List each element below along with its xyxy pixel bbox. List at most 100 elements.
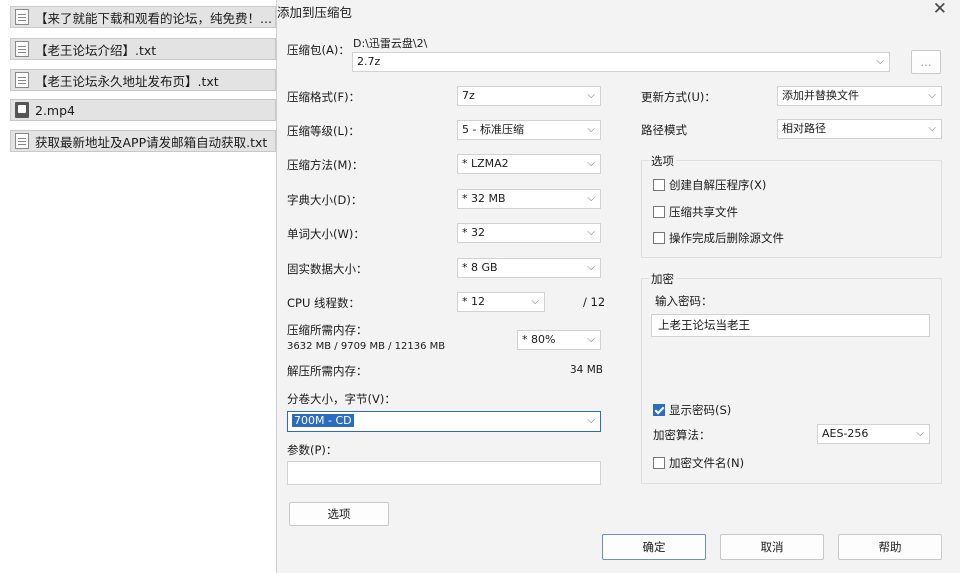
params-label: 参数(P)： <box>287 443 338 457</box>
dict-select[interactable]: * 32 MB ⌵ <box>457 189 601 209</box>
update-select[interactable]: 添加并替换文件 ⌵ <box>777 86 942 106</box>
text-file-icon <box>15 133 29 149</box>
enc-method-select[interactable]: AES-256 ⌵ <box>817 424 930 444</box>
dialog-title: 添加到压缩包 <box>277 5 353 20</box>
password-label: 输入密码： <box>655 294 713 308</box>
file-item[interactable]: 【老王论坛永久地址发布页】.txt <box>10 69 276 91</box>
chevron-down-icon: ⌵ <box>587 415 595 426</box>
chevron-down-icon: ⌵ <box>587 334 595 345</box>
encryption-group-title: 加密 <box>649 271 676 287</box>
dict-label: 字典大小(D)： <box>287 193 363 207</box>
enc-method-label: 加密算法： <box>653 428 711 442</box>
level-label: 压缩等级(L)： <box>287 124 360 138</box>
file-item[interactable]: 【老王论坛介绍】.txt <box>10 38 276 60</box>
encrypt-names-checkbox[interactable]: 加密文件名(N) <box>653 455 744 471</box>
delete-source-label: 操作完成后删除源文件 <box>669 231 784 245</box>
show-password-checkbox[interactable]: 显示密码(S) <box>653 402 731 418</box>
split-select[interactable]: 700M - CD ⌵ <box>287 411 601 432</box>
chevron-down-icon: ⌵ <box>587 262 595 273</box>
archive-path: D:\迅雷云盘\2\ <box>353 37 428 50</box>
shared-label: 压缩共享文件 <box>669 205 738 219</box>
checkbox-icon <box>653 179 665 191</box>
options-group-title: 选项 <box>649 153 676 169</box>
video-file-icon <box>15 102 29 118</box>
chevron-down-icon: ⌵ <box>587 227 595 238</box>
solid-label: 固实数据大小： <box>287 262 368 276</box>
split-value: 700M - CD <box>292 414 354 427</box>
file-list: 【来了就能下载和观看的论坛，纯免费！... 【老王论坛介绍】.txt 【老王论坛… <box>0 0 276 573</box>
ok-button[interactable]: 确定 <box>602 534 706 560</box>
chevron-down-icon: ⌵ <box>928 123 936 134</box>
browse-button[interactable]: ... <box>911 50 941 74</box>
level-value: 5 - 标准压缩 <box>462 123 524 136</box>
checkbox-icon <box>653 232 665 244</box>
file-item[interactable]: 获取最新地址及APP请发邮箱自动获取.txt <box>10 130 276 152</box>
enc-method-value: AES-256 <box>822 427 869 440</box>
file-name: 2.mp4 <box>35 102 75 118</box>
cancel-button[interactable]: 取消 <box>720 534 824 560</box>
archive-name: 2.7z <box>357 55 381 68</box>
decomp-label: 解压所需内存： <box>287 364 368 378</box>
archive-label: 压缩包(A)： <box>287 43 350 57</box>
text-file-icon <box>15 41 29 57</box>
mem-percent-select[interactable]: * 80% ⌵ <box>517 330 601 350</box>
method-label: 压缩方法(M)： <box>287 158 364 172</box>
mem-value: 3632 MB / 9709 MB / 12136 MB <box>287 341 446 352</box>
solid-select[interactable]: * 8 GB ⌵ <box>457 258 601 278</box>
dict-value: * 32 MB <box>462 192 506 205</box>
chevron-down-icon: ⌵ <box>587 124 595 135</box>
checkbox-icon <box>653 206 665 218</box>
mem-percent: * 80% <box>522 333 556 346</box>
add-to-archive-dialog: 添加到压缩包 ✕ 压缩包(A)： D:\迅雷云盘\2\ 2.7z ⌵ ... 压… <box>276 0 960 573</box>
archive-name-combo[interactable]: 2.7z ⌵ <box>352 52 890 72</box>
chevron-down-icon: ⌵ <box>587 158 595 169</box>
format-label: 压缩格式(F)： <box>287 90 361 104</box>
cpu-total: / 12 <box>583 295 606 309</box>
sfx-checkbox[interactable]: 创建自解压程序(X) <box>653 177 766 193</box>
file-name: 【老王论坛介绍】.txt <box>35 42 157 58</box>
file-name: 【来了就能下载和观看的论坛，纯免费！... <box>35 10 272 26</box>
format-select[interactable]: 7z ⌵ <box>457 86 601 106</box>
chevron-down-icon: ⌵ <box>531 296 539 307</box>
word-value: * 32 <box>462 226 485 239</box>
chevron-down-icon: ⌵ <box>876 56 884 67</box>
file-item[interactable]: 【来了就能下载和观看的论坛，纯免费！... <box>10 6 276 28</box>
word-label: 单词大小(W)： <box>287 227 365 241</box>
mem-label: 压缩所需内存： <box>287 323 368 337</box>
chevron-down-icon: ⌵ <box>916 428 924 439</box>
cpu-value: * 12 <box>462 295 485 308</box>
file-name: 获取最新地址及APP请发邮箱自动获取.txt <box>35 134 268 150</box>
text-file-icon <box>15 72 29 88</box>
chevron-down-icon: ⌵ <box>928 90 936 101</box>
show-password-label: 显示密码(S) <box>669 403 732 417</box>
cpu-select[interactable]: * 12 ⌵ <box>457 292 545 312</box>
checkbox-checked-icon <box>653 404 665 416</box>
method-select[interactable]: * LZMA2 ⌵ <box>457 154 601 174</box>
file-item[interactable]: 2.mp4 <box>10 99 276 121</box>
decomp-value: 34 MB <box>570 364 603 376</box>
chevron-down-icon: ⌵ <box>587 90 595 101</box>
chevron-down-icon: ⌵ <box>587 193 595 204</box>
close-icon[interactable]: ✕ <box>933 0 947 19</box>
file-name: 【老王论坛永久地址发布页】.txt <box>35 73 219 89</box>
password-input[interactable]: 上老王论坛当老王 <box>651 314 930 337</box>
level-select[interactable]: 5 - 标准压缩 ⌵ <box>457 120 601 140</box>
update-label: 更新方式(U)： <box>641 90 716 104</box>
checkbox-icon <box>653 457 665 469</box>
text-file-icon <box>15 9 29 25</box>
options-button[interactable]: 选项 <box>289 502 389 526</box>
split-label: 分卷大小，字节(V)： <box>287 392 396 406</box>
format-value: 7z <box>462 89 475 102</box>
path-label: 路径模式 <box>641 123 687 137</box>
help-button[interactable]: 帮助 <box>838 534 942 560</box>
delete-source-checkbox[interactable]: 操作完成后删除源文件 <box>653 230 784 246</box>
update-value: 添加并替换文件 <box>782 89 859 102</box>
shared-checkbox[interactable]: 压缩共享文件 <box>653 204 738 220</box>
path-select[interactable]: 相对路径 ⌵ <box>777 119 942 139</box>
word-select[interactable]: * 32 ⌵ <box>457 223 601 243</box>
cpu-label: CPU 线程数： <box>287 296 361 310</box>
method-value: * LZMA2 <box>462 157 509 170</box>
encrypt-names-label: 加密文件名(N) <box>669 456 745 470</box>
params-input[interactable] <box>287 461 601 485</box>
path-value: 相对路径 <box>782 122 826 135</box>
